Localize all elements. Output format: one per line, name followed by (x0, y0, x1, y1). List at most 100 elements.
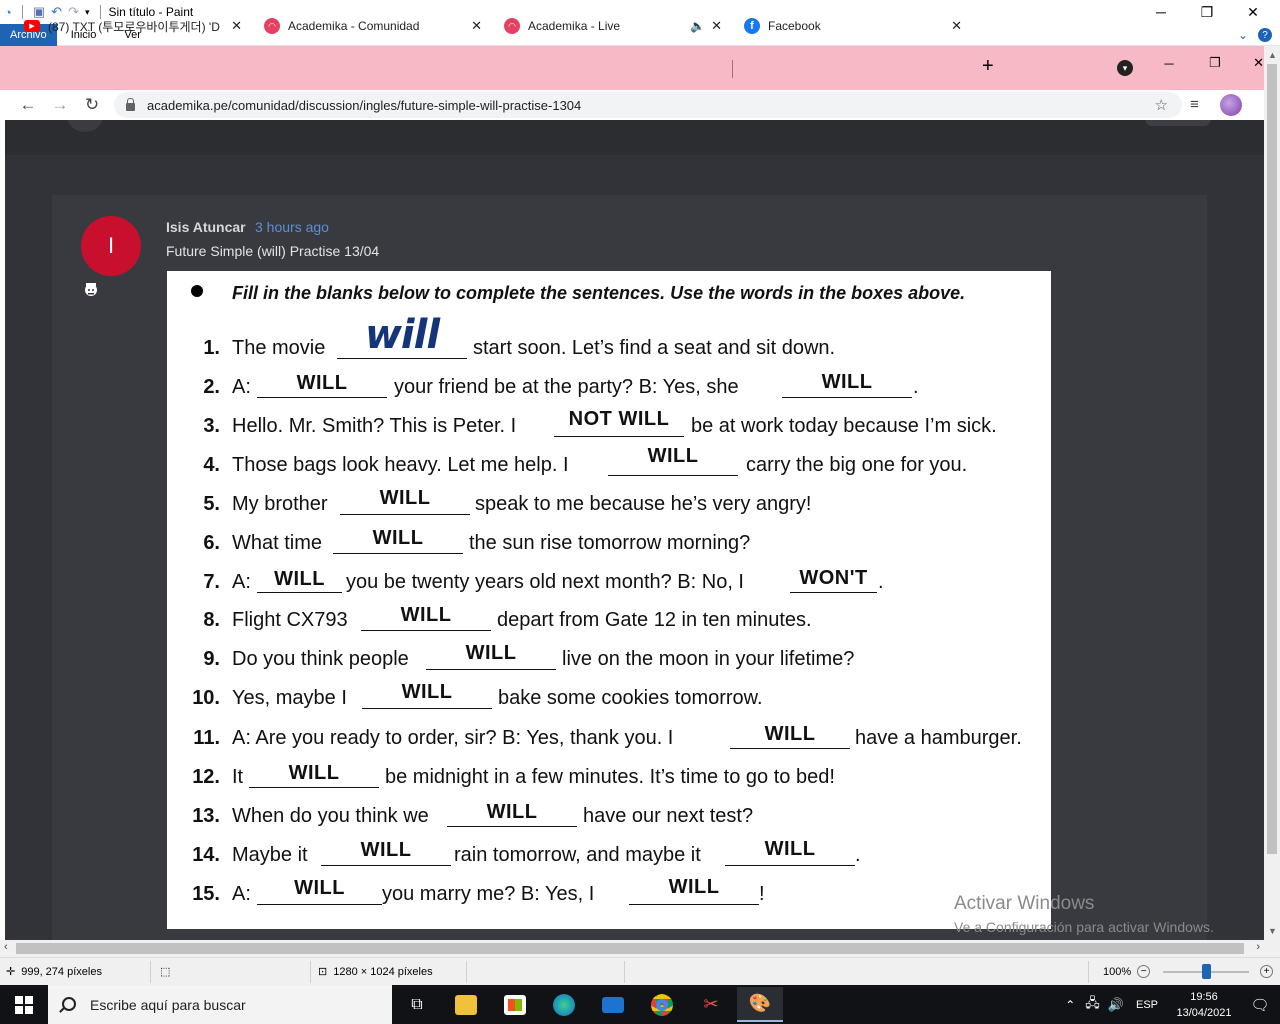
worksheet-item: 15. A: WILL you marry me? B: Yes, I WILL! (167, 876, 1051, 913)
zoom-out-icon[interactable]: − (1137, 965, 1151, 978)
url-text: academika.pe/comunidad/discussion/ingles… (147, 97, 582, 113)
audio-playing-icon[interactable]: 🔈 (690, 19, 705, 33)
close-tab-icon[interactable]: ✕ (471, 18, 482, 34)
item-text: Do you think people (232, 648, 409, 670)
vertical-scrollbar[interactable]: ▲ ▼ (1264, 46, 1280, 940)
network-icon[interactable]: 🖧 (1085, 994, 1100, 1016)
item-text: The movie (232, 337, 326, 359)
scroll-thumb[interactable] (16, 943, 1244, 954)
item-text: speak to me because he’s very angry! (475, 493, 812, 515)
author-avatar[interactable]: I (81, 216, 141, 276)
reading-list-icon[interactable]: ≡ (1190, 96, 1199, 113)
chevron-up-icon[interactable]: ⌃ (1065, 998, 1075, 1012)
windows-start-icon[interactable] (15, 996, 33, 1014)
edge-icon[interactable] (541, 987, 587, 1022)
post-title: Future Simple (will) Practise 13/04 (166, 243, 380, 259)
task-view-icon[interactable]: ⧉ (394, 987, 440, 1022)
selection-icon: ⬚ (160, 966, 171, 978)
back-button[interactable]: ← (16, 93, 40, 117)
item-number: 13. (192, 805, 220, 827)
item-number: 5. (203, 493, 220, 515)
notifications-icon[interactable]: 🗨 (1240, 996, 1280, 1014)
language-indicator[interactable]: ESP (1136, 999, 1158, 1011)
paint-app-icon: ◔ (4, 4, 12, 20)
handwritten-answer: NOT WILL (568, 408, 670, 430)
browser-tab-youtube[interactable]: ▶ (87) TXT (투모로우바이투게더) 'D ✕ (14, 8, 252, 44)
item-text: carry the big one for you. (746, 454, 968, 476)
minimize-button[interactable]: ─ (1146, 46, 1192, 80)
chrome-icon[interactable] (639, 987, 685, 1022)
close-tab-icon[interactable]: ✕ (951, 18, 962, 34)
volume-icon[interactable]: 🔊 (1108, 997, 1124, 1013)
worksheet-item: 13. When do you think we WILL have our next… (167, 801, 1051, 835)
post-timestamp: 3 hours ago (255, 219, 329, 235)
item-number: 9. (203, 648, 220, 670)
divider (732, 60, 733, 78)
chevron-down-icon[interactable]: ⌄ (1238, 28, 1248, 42)
new-tab-button[interactable]: + (982, 55, 994, 78)
close-button[interactable]: ✕ (1238, 46, 1264, 80)
restore-button[interactable]: ❐ (1184, 0, 1230, 24)
scroll-up-icon[interactable]: ▲ (1268, 50, 1277, 60)
ribbon-right-controls: ⌄ ? (1238, 24, 1272, 46)
restore-button[interactable]: ❐ (1192, 46, 1238, 80)
scroll-thumb[interactable] (1267, 64, 1277, 854)
windows-taskbar: Escribe aquí para buscar ⧉ ✂ 🎨 ⌃ 🖧 🔊 ESP… (0, 985, 1280, 1024)
scroll-corner (1264, 940, 1280, 957)
scroll-down-icon[interactable]: ▼ (1268, 926, 1277, 936)
forward-button[interactable]: → (48, 93, 72, 117)
file-explorer-icon[interactable] (443, 987, 489, 1022)
divider (1088, 961, 1089, 983)
browser-tab-academika-live[interactable]: ◠ Academika - Live 🔈 ✕ (494, 8, 732, 44)
scroll-left-icon[interactable]: ‹ (4, 941, 8, 953)
author-name[interactable]: Isis Atuncar (166, 219, 246, 235)
reload-button[interactable]: ↻ (80, 93, 104, 117)
profile-avatar[interactable] (1220, 94, 1242, 116)
taskbar-clock[interactable]: 19:56 13/04/2021 (1168, 989, 1240, 1021)
item-text: your friend be at the party? B: Yes, she (394, 376, 739, 398)
item-text: be midnight in a few minutes. It’s time … (385, 766, 835, 788)
item-text: depart from Gate 12 in ten minutes. (497, 609, 812, 631)
snipping-tool-icon[interactable]: ✂ (688, 987, 734, 1022)
store-icon[interactable] (492, 987, 538, 1022)
minimize-button[interactable]: ─ (1138, 0, 1184, 24)
handwritten-answer: WILL (647, 445, 699, 467)
lock-icon (126, 97, 135, 111)
divider (150, 961, 151, 983)
divider (466, 961, 467, 983)
worksheet-item: 4. Those bags look heavy. Let me help. I W… (167, 445, 1051, 484)
taskbar-search-box[interactable]: Escribe aquí para buscar (48, 985, 392, 1024)
horizontal-scrollbar[interactable]: ‹ › (0, 940, 1264, 957)
item-text: have a hamburger. (855, 727, 1022, 749)
worksheet-item: 14. Maybe it WILL rain tomorrow, and maybe … (167, 838, 1051, 874)
tab-search-icon[interactable]: ▾ (1117, 60, 1133, 76)
address-bar[interactable]: academika.pe/comunidad/discussion/ingles… (114, 92, 1182, 118)
item-number: 8. (203, 609, 220, 631)
paint-taskbar-icon[interactable]: 🎨 (737, 987, 783, 1022)
star-icon[interactable]: ☆ (1155, 96, 1168, 114)
handwritten-answer: will (364, 312, 440, 358)
close-button[interactable]: ✕ (1230, 0, 1276, 24)
item-text: have our next test? (583, 805, 754, 827)
help-icon[interactable]: ? (1258, 28, 1272, 42)
browser-tab-strip (0, 46, 1264, 90)
worksheet-item: 7. A: WILL you be twenty years old next mon… (167, 567, 1051, 601)
browser-tab-facebook[interactable]: f Facebook ✕ (734, 8, 972, 44)
mail-icon[interactable] (590, 987, 636, 1022)
close-tab-icon[interactable]: ✕ (231, 18, 242, 34)
handwritten-answer: WILL (372, 527, 424, 549)
zoom-slider-thumb[interactable] (1202, 964, 1211, 979)
scroll-right-icon[interactable]: › (1256, 941, 1260, 953)
worksheet-item: 10. Yes, maybe I WILL bake some cookies tom… (167, 681, 1051, 717)
browser-window-controls: ─ ❐ ✕ (1146, 46, 1264, 80)
item-text: Maybe it (232, 844, 308, 866)
tab-label: (87) TXT (투모로우바이투게더) 'D (48, 19, 220, 34)
close-tab-icon[interactable]: ✕ (711, 18, 722, 34)
handwritten-answer: WILL (294, 877, 345, 899)
header-button[interactable] (1145, 120, 1211, 126)
zoom-in-icon[interactable]: + (1260, 965, 1273, 978)
browser-tab-academika-comunidad[interactable]: ◠ Academika - Comunidad ✕ (254, 8, 492, 44)
item-text: be at work today because I’m sick. (691, 415, 997, 437)
item-number: 11. (193, 727, 220, 749)
item-text: Yes, maybe I (232, 687, 347, 709)
